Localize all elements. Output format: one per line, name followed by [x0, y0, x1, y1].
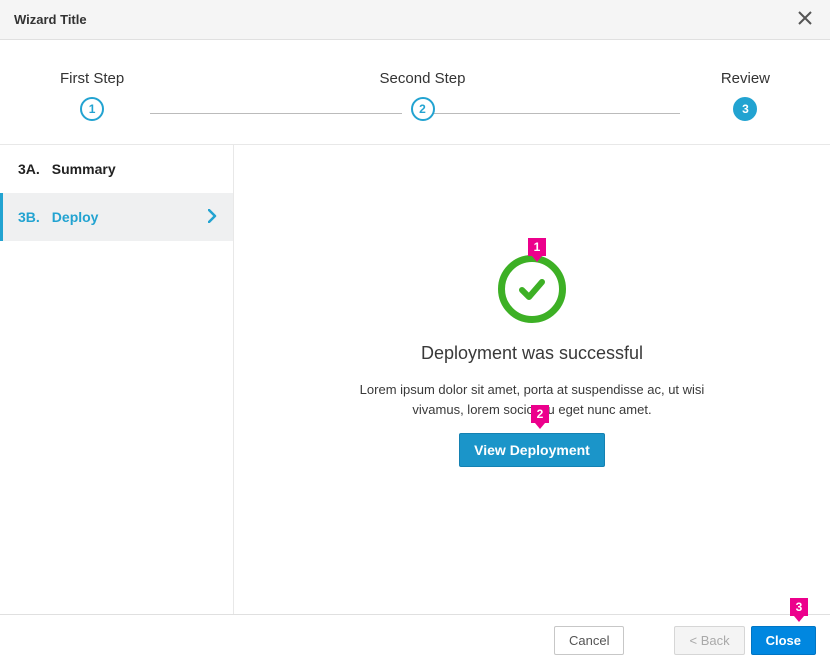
- annotation-3: 3: [790, 598, 808, 616]
- close-button[interactable]: Close: [751, 626, 816, 655]
- step-label: First Step: [60, 70, 124, 87]
- sidebar-item-index: 3A.: [18, 161, 40, 177]
- step-connector: [428, 113, 680, 114]
- step-second[interactable]: Second Step 2: [380, 70, 466, 121]
- wizard-footer: Cancel < Back Close: [0, 614, 830, 665]
- back-button[interactable]: < Back: [674, 626, 744, 655]
- close-icon[interactable]: [794, 7, 816, 32]
- success-title: Deployment was successful: [421, 343, 643, 364]
- annotation-2: 2: [531, 405, 549, 423]
- wizard-content: Deployment was successful Lorem ipsum do…: [234, 145, 830, 614]
- step-first[interactable]: First Step 1: [60, 70, 124, 121]
- step-label: Second Step: [380, 70, 466, 87]
- cancel-button[interactable]: Cancel: [554, 626, 624, 655]
- success-icon: [498, 255, 566, 323]
- step-number: 1: [80, 97, 104, 121]
- sidebar-item-label: Deploy: [52, 209, 99, 225]
- wizard-body: 3A. Summary 3B. Deploy Deployment was su…: [0, 144, 830, 614]
- step-connector: [150, 113, 402, 114]
- step-number: 2: [411, 97, 435, 121]
- sidebar-item-deploy[interactable]: 3B. Deploy: [0, 193, 233, 241]
- step-label: Review: [721, 70, 770, 87]
- sidebar-item-index: 3B.: [18, 209, 40, 225]
- wizard-sidebar: 3A. Summary 3B. Deploy: [0, 145, 234, 614]
- view-deployment-button[interactable]: View Deployment: [459, 433, 605, 467]
- annotation-1: 1: [528, 238, 546, 256]
- wizard-title: Wizard Title: [14, 12, 87, 27]
- step-number: 3: [733, 97, 757, 121]
- chevron-right-icon: [208, 209, 217, 226]
- wizard-header: Wizard Title: [0, 0, 830, 40]
- step-indicator: First Step 1 Second Step 2 Review 3: [0, 40, 830, 144]
- sidebar-item-label: Summary: [52, 161, 116, 177]
- sidebar-item-summary[interactable]: 3A. Summary: [0, 145, 233, 193]
- step-review[interactable]: Review 3: [721, 70, 770, 121]
